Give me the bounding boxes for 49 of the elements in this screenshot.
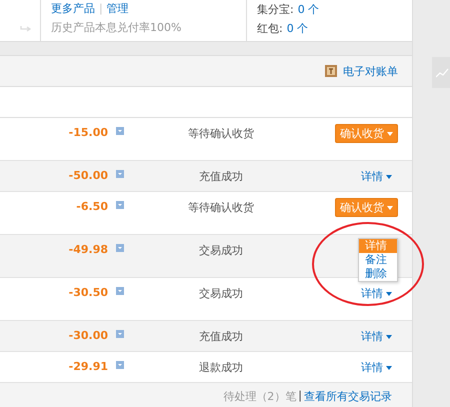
details-link[interactable]: 详情 — [361, 329, 398, 344]
more-products-link[interactable]: 更多产品 — [51, 1, 95, 16]
note-icon[interactable] — [116, 287, 124, 295]
separator: | — [99, 2, 103, 15]
amount-text: -15.00 — [68, 126, 108, 139]
caret-icon — [387, 206, 393, 210]
status-text: 交易成功 — [198, 243, 244, 258]
status-text: 退款成功 — [198, 360, 244, 375]
chart-button[interactable] — [432, 57, 450, 88]
points-label: 集分宝: — [257, 2, 294, 17]
menu-item[interactable]: 删除 — [359, 267, 397, 281]
payout-rate-text: 历史产品本息兑付率100% — [51, 20, 182, 35]
amount-text: -49.98 — [68, 243, 108, 256]
trend-icon — [436, 68, 450, 78]
amount-text: -30.50 — [68, 286, 108, 299]
details-link[interactable]: 详情 — [361, 169, 398, 184]
details-link[interactable]: 详情 — [361, 286, 398, 301]
status-text: 等待确认收货 — [187, 200, 255, 215]
note-icon[interactable] — [116, 170, 124, 178]
details-link[interactable]: 详情 — [361, 360, 398, 375]
note-icon[interactable] — [116, 201, 124, 209]
caret-icon — [386, 292, 392, 296]
statement-icon — [325, 65, 337, 77]
arrow-icon — [20, 25, 32, 33]
all-transactions-link[interactable]: 查看所有交易记录 — [304, 389, 392, 404]
amount-text: -29.91 — [68, 360, 108, 373]
separator: | — [298, 389, 302, 402]
amount-text: -50.00 — [68, 169, 108, 182]
status-text: 充值成功 — [198, 329, 244, 344]
caret-icon — [386, 174, 392, 178]
gift-money-label: 红包: — [257, 21, 283, 36]
gift-money-value[interactable]: 0 个 — [286, 21, 308, 36]
caret-icon — [386, 366, 392, 370]
note-icon[interactable] — [116, 244, 124, 252]
caret-icon — [387, 132, 393, 136]
menu-item[interactable]: 备注 — [359, 253, 397, 267]
amount-text: -30.00 — [68, 329, 108, 342]
manage-link[interactable]: 管理 — [106, 1, 129, 16]
status-text: 交易成功 — [198, 286, 244, 301]
caret-icon — [386, 334, 392, 338]
amount-text: -6.50 — [75, 200, 108, 213]
status-text: 等待确认收货 — [187, 126, 255, 141]
status-text: 充值成功 — [198, 169, 244, 184]
points-value[interactable]: 0 个 — [298, 2, 320, 17]
note-icon[interactable] — [116, 361, 124, 369]
note-icon[interactable] — [116, 330, 124, 338]
statement-link[interactable]: 电子对账单 — [343, 64, 398, 78]
pending-count-text: 待处理（2）笔 — [223, 389, 296, 404]
note-icon[interactable] — [116, 127, 124, 135]
